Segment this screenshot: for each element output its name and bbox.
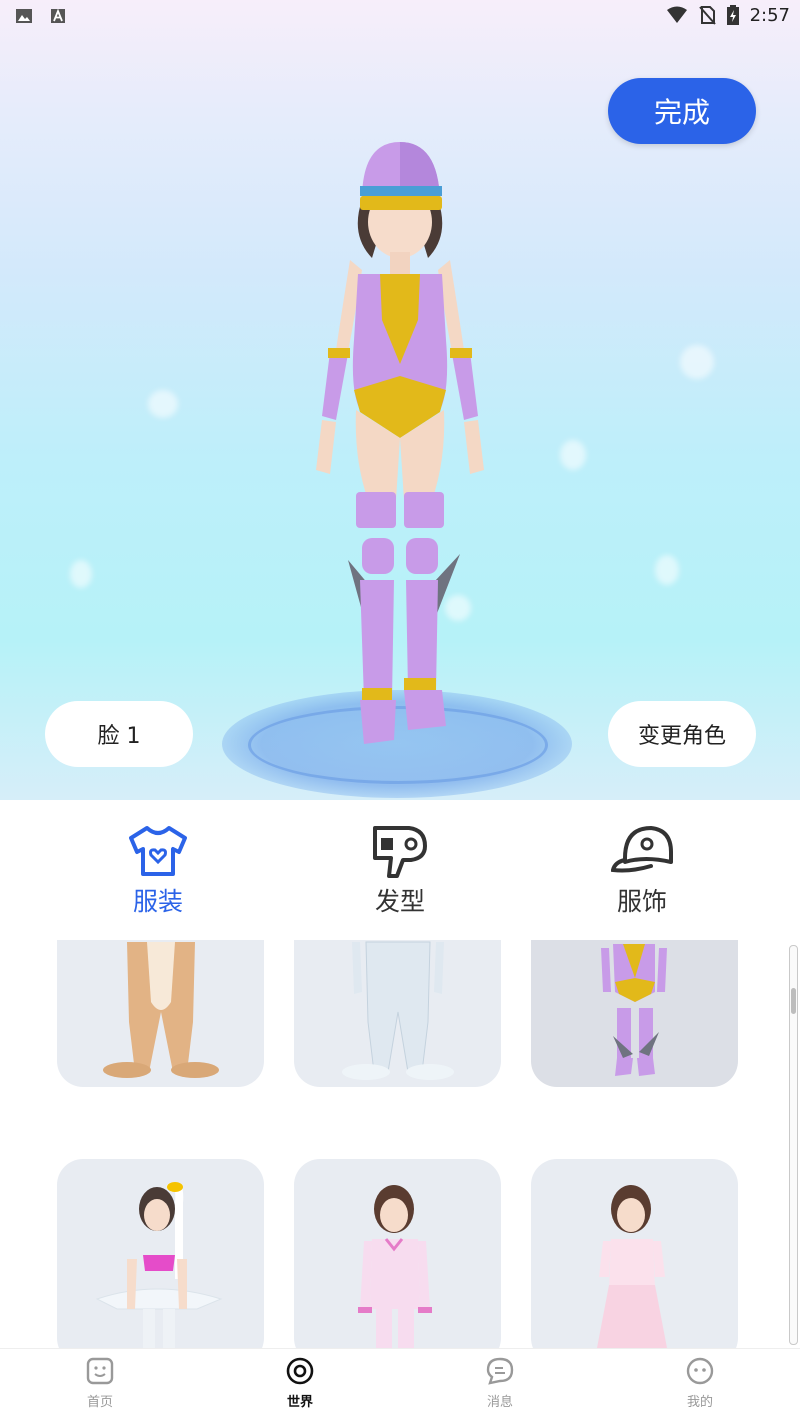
a-letter-icon [51,8,65,23]
no-sim-icon [698,6,716,25]
nav-label: 首页 [86,1395,113,1410]
hair-dryer-icon [373,826,427,878]
nav-profile[interactable]: 我的 [650,1357,750,1419]
tab-label: 服装 [132,887,183,916]
profile-face-icon [686,1357,714,1385]
bokeh-light [655,555,679,585]
tab-hairstyle[interactable]: 发型 [340,822,460,922]
bokeh-light [70,560,92,588]
tshirt-icon [129,826,187,876]
outfit-card-armor[interactable] [531,940,738,1087]
outfit-card-bear[interactable] [57,940,264,1087]
world-circle-icon [286,1357,314,1385]
outfit-card-dress[interactable] [531,1159,738,1348]
tab-accessories[interactable]: 服饰 [582,822,702,922]
bottom-navigation: 首页 世界 消息 我的 [0,1348,800,1422]
change-character-button[interactable]: 变更角色 [608,701,756,767]
nav-world[interactable]: 世界 [250,1357,350,1419]
home-face-icon [86,1357,114,1385]
message-bubble-icon [486,1357,514,1385]
character-avatar[interactable] [300,140,500,750]
face-select-button[interactable]: 脸 1 [45,701,193,767]
outfit-card-swan[interactable] [57,1159,264,1348]
outfit-scrollbar[interactable] [789,945,798,1345]
done-button[interactable]: 完成 [608,78,756,144]
outfit-card-white[interactable] [294,940,501,1087]
battery-charging-icon [726,5,739,25]
wifi-icon [666,6,687,23]
cap-icon [611,826,673,873]
tab-clothing[interactable]: 服装 [98,822,218,922]
status-bar: 2:57 [0,0,800,32]
scroll-thumb[interactable] [791,988,796,1014]
status-time: 2:57 [749,4,790,26]
outfit-card-pajamas[interactable] [294,1159,501,1348]
category-tabs: 服装 发型 服饰 [0,800,800,940]
bokeh-light [560,440,586,470]
bokeh-light [148,390,178,418]
bokeh-light [680,345,714,379]
nav-label: 消息 [486,1395,513,1410]
tab-label: 发型 [374,887,425,916]
image-icon [16,9,32,23]
nav-messages[interactable]: 消息 [450,1357,550,1419]
outfit-grid [0,940,800,1348]
nav-label: 世界 [286,1395,313,1410]
avatar-preview-stage: 2:57 完成 脸 1 变更角色 [0,0,800,800]
nav-home[interactable]: 首页 [50,1357,150,1419]
tab-label: 服饰 [616,887,667,916]
nav-label: 我的 [686,1395,713,1410]
